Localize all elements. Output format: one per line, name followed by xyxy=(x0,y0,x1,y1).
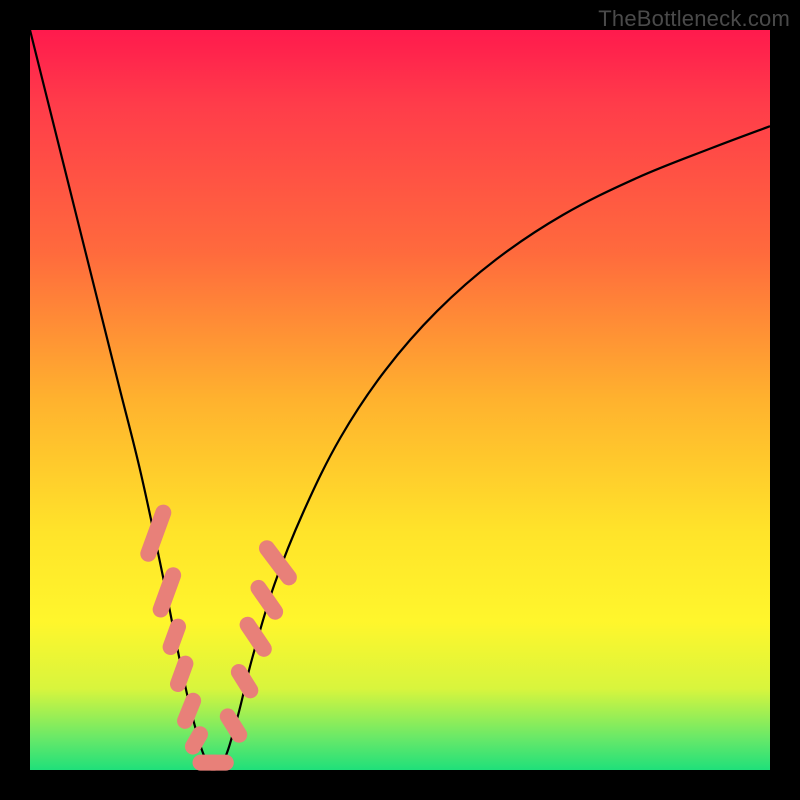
curve-marker xyxy=(228,661,261,701)
curve-marker xyxy=(175,690,204,731)
curve-marker xyxy=(204,755,234,771)
curve-marker xyxy=(256,537,300,588)
plot-area xyxy=(30,30,770,770)
curve-marker xyxy=(217,705,250,745)
curve-marker xyxy=(236,614,274,660)
curve-marker xyxy=(168,653,196,694)
chart-frame: TheBottleneck.com xyxy=(0,0,800,800)
curve-marker xyxy=(138,502,173,564)
bottleneck-curve-path xyxy=(30,30,770,769)
curve-marker xyxy=(247,577,286,623)
marker-group xyxy=(138,502,300,770)
curve-layer xyxy=(30,30,770,770)
curve-marker xyxy=(150,565,183,620)
curve-marker xyxy=(160,616,188,657)
watermark-text: TheBottleneck.com xyxy=(598,6,790,32)
